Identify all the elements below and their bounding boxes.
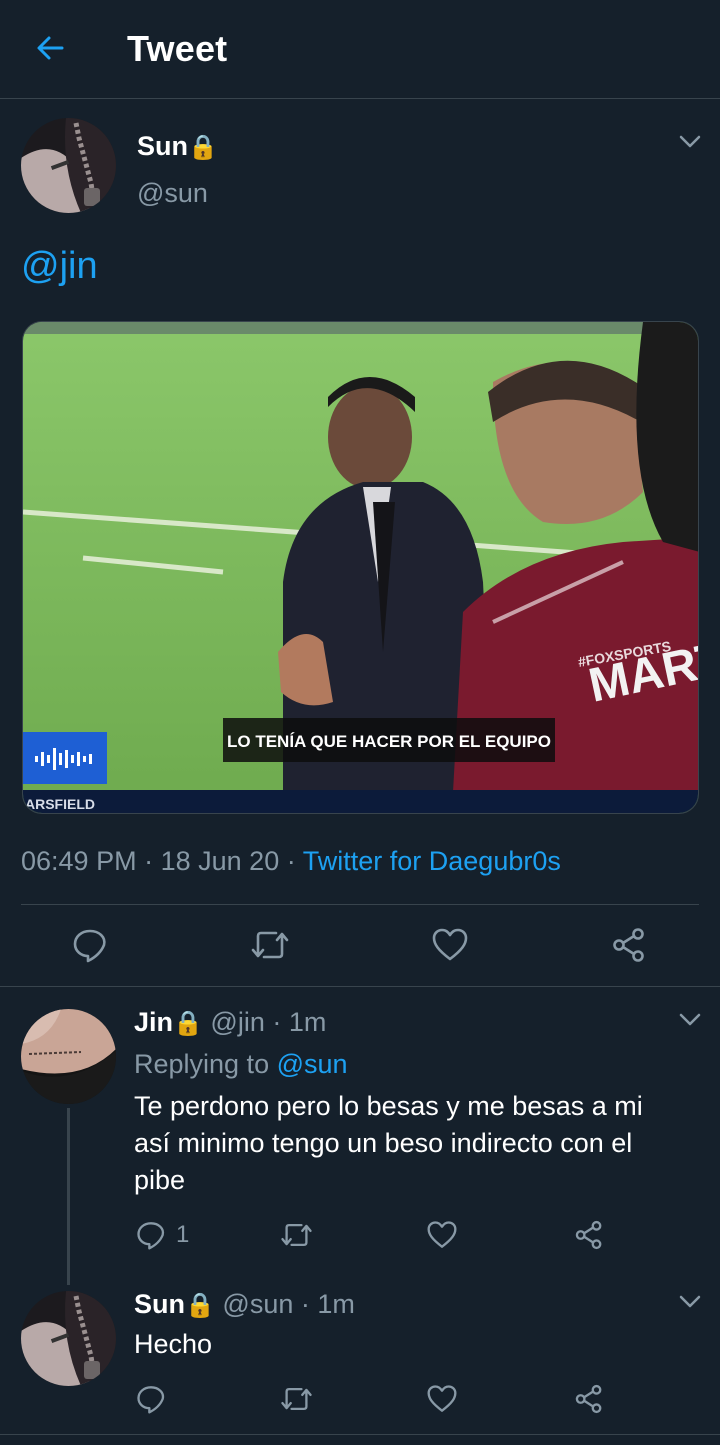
reply-header: Jin🔒 @jin · 1m <box>134 1007 326 1038</box>
chevron-down-icon <box>679 135 701 154</box>
reply-text-line: pibe <box>134 1165 186 1195</box>
heart-icon <box>427 1384 457 1414</box>
reply-icon <box>136 1220 166 1250</box>
tweet-source[interactable]: Twitter for Daegubr0s <box>303 846 561 876</box>
retweet-icon <box>250 927 290 963</box>
reply-button[interactable] <box>136 1384 166 1414</box>
divider <box>0 1434 720 1435</box>
arrow-left-icon <box>34 32 66 69</box>
divider <box>21 904 699 905</box>
author-name[interactable]: Sun <box>137 131 188 161</box>
retweet-button[interactable] <box>280 1220 313 1250</box>
avatar-sun[interactable] <box>21 1291 116 1386</box>
reply-author-handle[interactable]: @jin <box>210 1007 264 1037</box>
chevron-down-icon <box>679 1013 701 1032</box>
page-title: Tweet <box>127 28 228 69</box>
reply-time: 1m <box>317 1289 355 1319</box>
top-app-bar: Tweet <box>0 0 720 99</box>
share-icon <box>574 1220 604 1250</box>
reply-author-handle[interactable]: @sun <box>222 1289 293 1319</box>
lock-icon: 🔒 <box>173 1010 203 1037</box>
meta-separator: · <box>286 846 296 876</box>
retweet-button[interactable] <box>250 927 290 963</box>
share-button[interactable] <box>611 927 647 963</box>
tweet-media-image[interactable]: MARTI #FOXSPORTS LO TENÍA QUE HACER POR … <box>22 321 699 814</box>
share-button[interactable] <box>574 1220 604 1250</box>
author-name-row: Sun🔒 <box>137 131 218 162</box>
reply-icon <box>136 1384 166 1414</box>
tweet-date: 18 Jun 20 <box>160 846 280 876</box>
share-button[interactable] <box>574 1384 604 1414</box>
reply-count: 1 <box>176 1221 190 1248</box>
lock-icon: 🔒 <box>185 1292 215 1319</box>
tweet-time: 06:49 PM <box>21 846 137 876</box>
replying-to: Replying to @sun <box>134 1049 348 1080</box>
author-handle[interactable]: @sun <box>137 178 208 209</box>
back-button[interactable] <box>30 30 70 70</box>
reply-text-line: Hecho <box>134 1329 213 1359</box>
reply-text: Hecho <box>134 1326 704 1363</box>
avatar-sun[interactable] <box>21 118 116 213</box>
thread-line <box>67 1108 70 1285</box>
reply-text-line: Te perdono pero lo besas y me besas a mi <box>134 1091 643 1121</box>
reply-header: Sun🔒 @sun · 1m <box>134 1289 355 1320</box>
meta-separator: · <box>272 1007 282 1037</box>
video-caption: LO TENÍA QUE HACER POR EL EQUIPO <box>227 732 551 751</box>
tweet-meta: 06:49 PM · 18 Jun 20 · Twitter for Daegu… <box>21 846 561 877</box>
like-button[interactable] <box>432 927 468 963</box>
retweet-icon <box>280 1220 313 1250</box>
tweet-options-button[interactable] <box>676 130 704 158</box>
avatar-jin[interactable] <box>21 1009 116 1104</box>
divider <box>0 986 720 987</box>
heart-icon <box>432 927 468 963</box>
reply-button[interactable]: 1 <box>136 1220 189 1250</box>
reply-text-line: así minimo tengo un beso indirecto con e… <box>134 1128 633 1158</box>
tweet-text-mention[interactable]: @jin <box>21 245 98 288</box>
share-icon <box>611 927 647 963</box>
reply-button[interactable] <box>72 927 108 963</box>
retweet-button[interactable] <box>280 1384 313 1414</box>
reply-text: Te perdono pero lo besas y me besas a mi… <box>134 1088 704 1199</box>
share-icon <box>574 1384 604 1414</box>
reply-icon <box>72 927 108 963</box>
reply-options-button[interactable] <box>676 1290 704 1318</box>
retweet-icon <box>280 1384 313 1414</box>
chevron-down-icon <box>679 1295 701 1314</box>
reply-options-button[interactable] <box>676 1008 704 1036</box>
meta-separator: · <box>300 1289 310 1319</box>
corner-text: ARSFIELD <box>25 796 95 812</box>
lock-icon: 🔒 <box>188 134 218 161</box>
replying-to-handle[interactable]: @sun <box>277 1049 348 1079</box>
reply-time: 1m <box>288 1007 327 1037</box>
like-button[interactable] <box>427 1384 457 1414</box>
reply-author-name[interactable]: Jin <box>134 1007 173 1037</box>
meta-separator: · <box>144 846 154 876</box>
replying-to-label: Replying to <box>134 1049 270 1079</box>
heart-icon <box>427 1220 457 1250</box>
reply-author-name[interactable]: Sun <box>134 1289 185 1319</box>
like-button[interactable] <box>427 1220 457 1250</box>
